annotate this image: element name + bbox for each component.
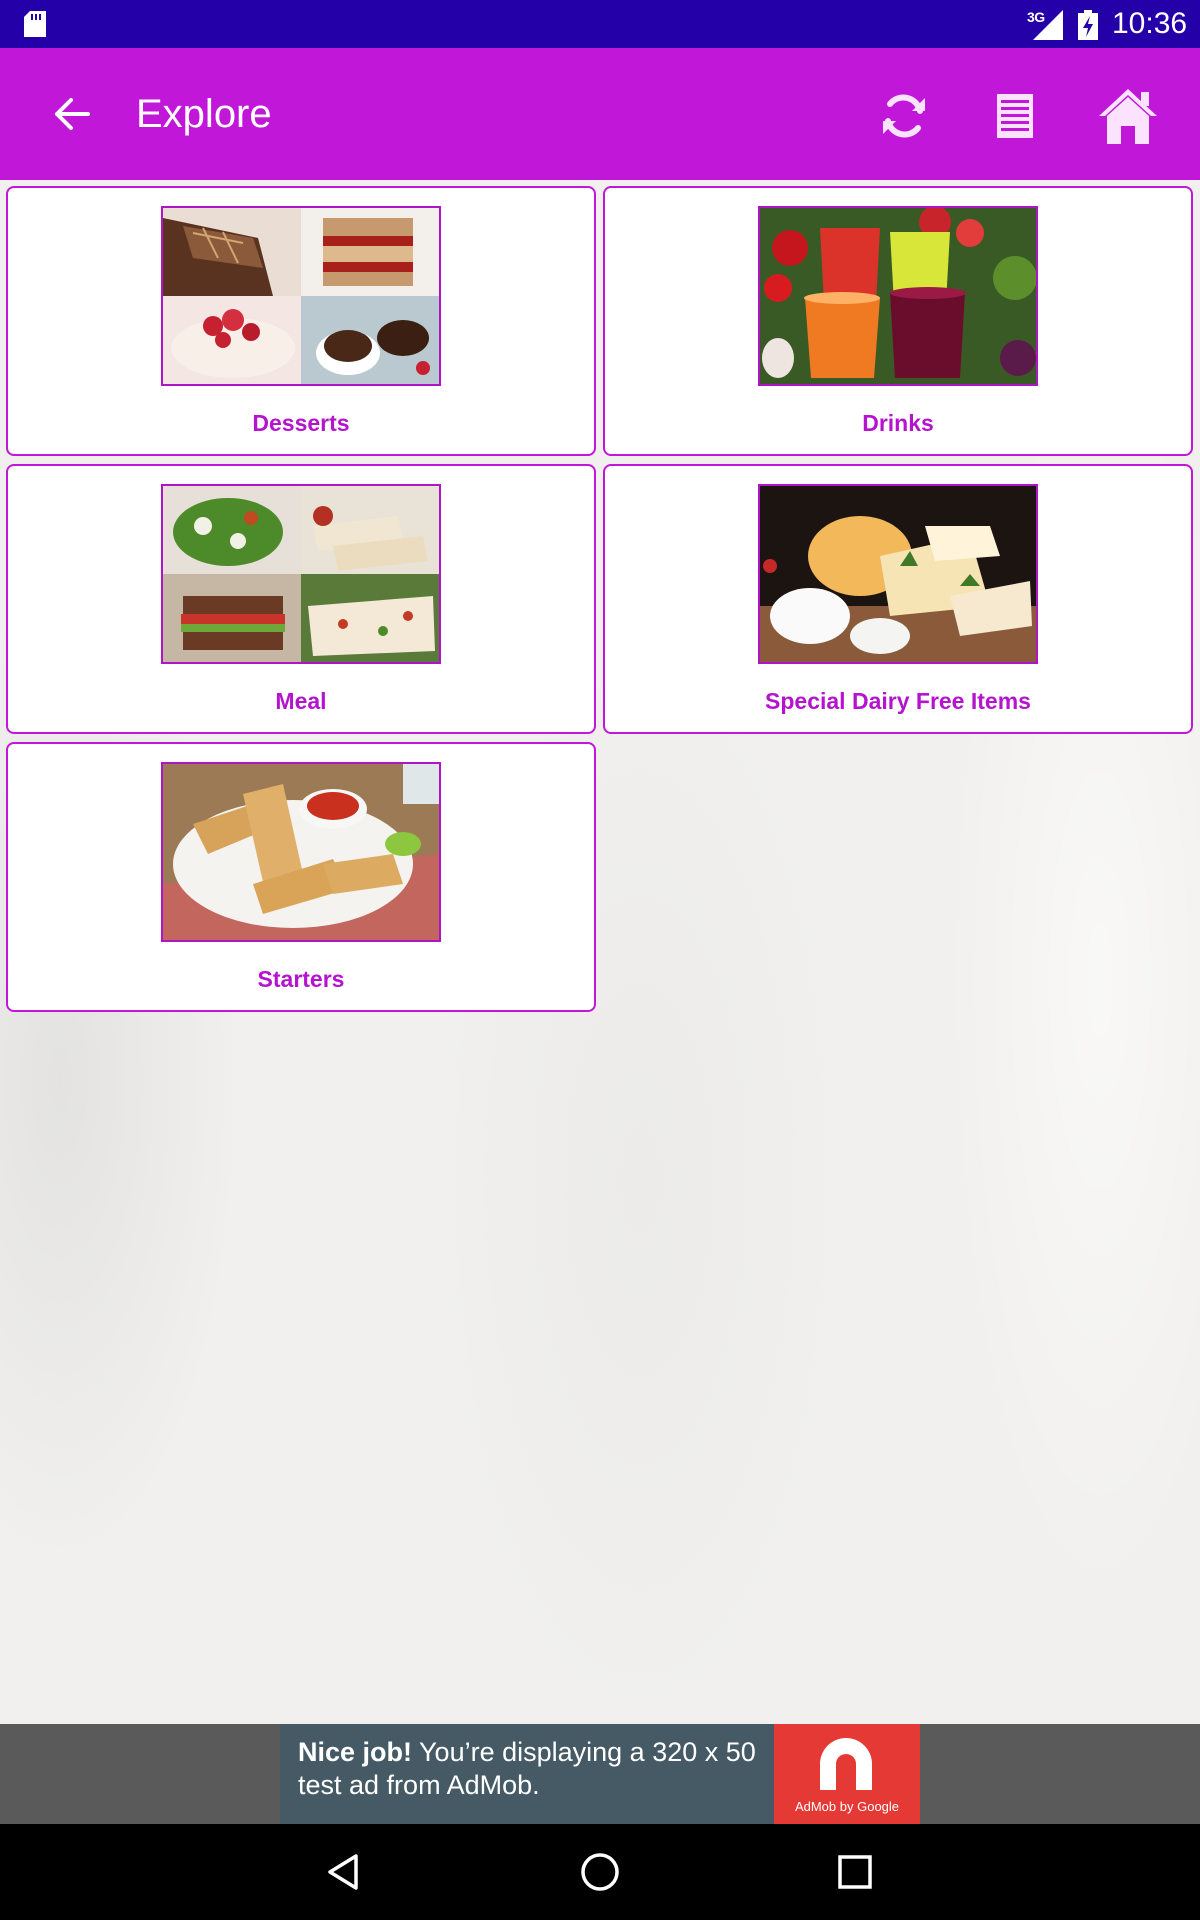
ad-logo: AdMob by Google xyxy=(774,1724,920,1824)
ad-strip: Nice job! You’re displaying a 320 x 50 t… xyxy=(0,1724,1200,1824)
ad-banner[interactable]: Nice job! You’re displaying a 320 x 50 t… xyxy=(280,1724,920,1824)
category-label: Meal xyxy=(275,688,327,714)
list-button[interactable] xyxy=(977,78,1053,154)
list-icon xyxy=(997,94,1033,138)
home-icon xyxy=(1099,89,1157,144)
back-button[interactable] xyxy=(40,88,104,140)
nav-back-icon xyxy=(328,1854,358,1890)
category-card-drinks[interactable]: Drinks xyxy=(603,186,1193,456)
nav-home-button[interactable] xyxy=(568,1842,632,1902)
drinks-image xyxy=(758,206,1038,386)
category-card-special-dairy-free-items[interactable]: Special Dairy Free Items xyxy=(603,464,1193,734)
admob-icon xyxy=(820,1738,872,1790)
category-card-meal[interactable]: Meal xyxy=(6,464,596,734)
refresh-button[interactable] xyxy=(866,78,942,154)
refresh-icon xyxy=(883,94,925,138)
ad-headline: Nice job! xyxy=(298,1737,413,1767)
app-bar: Explore xyxy=(0,48,1200,180)
sd-card-icon xyxy=(24,11,46,37)
back-arrow-icon xyxy=(55,98,90,130)
meal-image xyxy=(161,484,441,664)
category-card-starters[interactable]: Starters xyxy=(6,742,596,1012)
category-card-desserts[interactable]: Desserts xyxy=(6,186,596,456)
battery-charging-icon xyxy=(1078,10,1098,40)
category-label: Special Dairy Free Items xyxy=(765,688,1031,714)
ad-text: Nice job! You’re displaying a 320 x 50 t… xyxy=(280,1724,774,1824)
starters-image xyxy=(161,762,441,942)
category-label: Drinks xyxy=(862,410,934,436)
signal-icon xyxy=(1033,10,1063,40)
nav-recents-icon xyxy=(838,1855,872,1889)
desserts-image xyxy=(161,206,441,386)
page-title: Explore xyxy=(136,92,272,136)
nav-back-button[interactable] xyxy=(311,1842,375,1902)
nav-home-icon xyxy=(581,1853,619,1891)
category-grid: Desserts Drinks Meal Special Dairy Free … xyxy=(0,180,1200,1724)
status-bar: 3G 10:36 xyxy=(0,0,1200,48)
clock: 10:36 xyxy=(1112,7,1188,40)
system-nav-bar xyxy=(0,1824,1200,1920)
category-label: Starters xyxy=(257,966,345,992)
category-label: Desserts xyxy=(252,410,350,436)
nav-recents-button[interactable] xyxy=(823,1842,887,1902)
dairy-free-image xyxy=(758,484,1038,664)
ad-brand: AdMob by Google xyxy=(794,1799,900,1814)
home-button[interactable] xyxy=(1090,78,1166,154)
